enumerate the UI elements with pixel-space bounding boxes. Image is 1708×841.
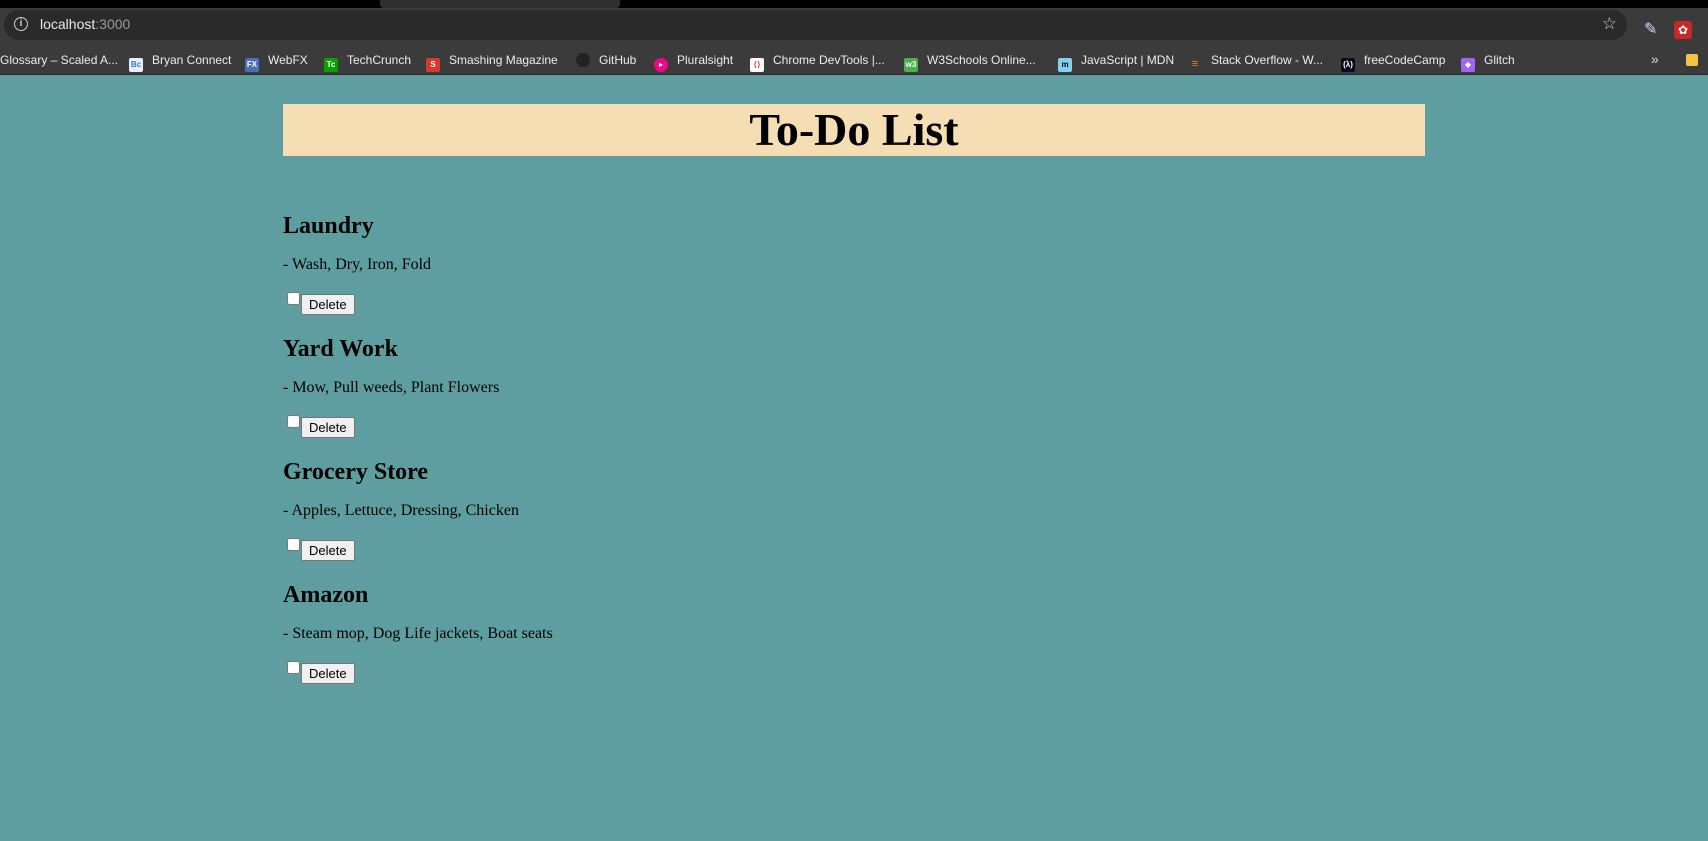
info-icon[interactable]: i (14, 17, 28, 31)
bookmark-label: GitHub (599, 53, 637, 67)
bookmark-mdn[interactable]: m JavaScript | MDN (1058, 53, 1175, 72)
bookmark-label: Glitch (1484, 53, 1515, 67)
browser-toolbar: i localhost:3000 ☆ ✎ ✿ (0, 8, 1708, 46)
todo-item: Grocery Store - Apples, Lettuce, Dressin… (283, 458, 519, 561)
bookmark-label: W3Schools Online... (927, 53, 1036, 67)
active-tab[interactable] (380, 0, 620, 8)
address-bar[interactable]: i localhost:3000 ☆ (4, 10, 1627, 40)
todo-controls: Delete (283, 538, 355, 561)
bookmark-label: Stack Overflow - W... (1211, 53, 1324, 67)
todo-details: - Wash, Dry, Iron, Fold (283, 256, 432, 273)
more-bookmarks-icon[interactable]: » (1651, 51, 1659, 67)
todo-checkbox[interactable] (287, 661, 300, 674)
url-host: localhost (40, 16, 96, 32)
mdn-icon: m (1058, 58, 1072, 72)
bookmark-chrome-devtools[interactable]: ⟨⟩ Chrome DevTools |... (750, 53, 885, 72)
url-text[interactable]: localhost:3000 (40, 16, 130, 32)
todo-item: Yard Work - Mow, Pull weeds, Plant Flowe… (283, 335, 499, 438)
delete-button[interactable]: Delete (301, 417, 355, 438)
bookmark-webfx[interactable]: FX WebFX (245, 53, 308, 72)
bookmark-freecodecamp[interactable]: (λ) freeCodeCamp (1341, 53, 1446, 72)
bookmark-pluralsight[interactable]: ▸ Pluralsight (654, 53, 734, 72)
freecodecamp-icon: (λ) (1341, 58, 1355, 72)
page-title: To-Do List (749, 104, 959, 155)
github-icon (576, 53, 590, 67)
bookmark-smashing-magazine[interactable]: S Smashing Magazine (426, 53, 558, 72)
bookmark-glitch[interactable]: ◆ Glitch (1461, 53, 1515, 72)
todo-details: - Mow, Pull weeds, Plant Flowers (283, 379, 500, 396)
delete-button[interactable]: Delete (301, 540, 355, 561)
url-port: :3000 (95, 16, 131, 32)
bookmark-bryan-connect[interactable]: Bc Bryan Connect (129, 53, 232, 72)
todo-details: - Apples, Lettuce, Dressing, Chicken (283, 502, 519, 519)
todo-checkbox[interactable] (287, 292, 300, 305)
bookmark-w3schools[interactable]: w3 W3Schools Online... (904, 53, 1036, 72)
techcrunch-icon: Tc (324, 58, 338, 72)
smashing-magazine-icon: S (426, 58, 440, 72)
todo-controls: Delete (283, 661, 355, 684)
bookmark-label: freeCodeCamp (1364, 53, 1446, 67)
bookmark-label: TechCrunch (347, 53, 412, 67)
webfx-icon: FX (245, 58, 259, 72)
chrome-devtools-icon: ⟨⟩ (750, 58, 764, 72)
todo-item: Amazon - Steam mop, Dog Life jackets, Bo… (283, 581, 553, 684)
todo-checkbox[interactable] (287, 415, 300, 428)
todo-controls: Delete (283, 415, 355, 438)
todo-title: Laundry (283, 213, 374, 239)
bookmark-label: JavaScript | MDN (1081, 53, 1175, 67)
delete-button[interactable]: Delete (301, 663, 355, 684)
todo-title: Amazon (283, 582, 369, 608)
bookmarks-folder-icon[interactable] (1686, 54, 1698, 66)
w3schools-icon: w3 (904, 58, 918, 72)
glitch-icon: ◆ (1461, 58, 1475, 72)
extension-icon[interactable]: ✿ (1674, 21, 1692, 39)
bookmark-label: Chrome DevTools |... (773, 53, 885, 67)
stack-overflow-icon: ≡ (1191, 58, 1199, 70)
bookmark-label: Bryan Connect (152, 53, 232, 67)
bookmark-label: Smashing Magazine (449, 53, 558, 67)
tab-strip (0, 0, 1708, 8)
pluralsight-icon: ▸ (654, 58, 668, 72)
bookmark-stack-overflow[interactable]: ≡ Stack Overflow - W... (1188, 53, 1324, 70)
bookmark-github[interactable]: GitHub (576, 53, 636, 69)
todo-controls: Delete (283, 292, 355, 315)
todo-checkbox[interactable] (287, 538, 300, 551)
bookmark-techcrunch[interactable]: Tc TechCrunch (324, 53, 412, 72)
bookmark-label: Glossary – Scaled A... (0, 53, 119, 67)
todo-details: - Steam mop, Dog Life jackets, Boat seat… (283, 625, 553, 642)
delete-button[interactable]: Delete (301, 294, 355, 315)
bookmark-star-icon[interactable]: ☆ (1602, 14, 1617, 34)
bookmarks-bar: Glossary – Scaled A... Bc Bryan Connect F… (0, 46, 1708, 75)
todo-item: Laundry - Wash, Dry, Iron, Fold Delete (283, 212, 431, 315)
page-header: To-Do List (283, 104, 1425, 156)
todo-title: Yard Work (283, 336, 398, 362)
bryan-connect-icon: Bc (129, 58, 143, 72)
todo-title: Grocery Store (283, 459, 429, 485)
pen-extension-icon[interactable]: ✎ (1644, 21, 1662, 39)
bookmark-label: Pluralsight (677, 53, 734, 67)
bookmark-glossary[interactable]: Glossary – Scaled A... (0, 53, 118, 69)
bookmark-label: WebFX (268, 53, 308, 67)
